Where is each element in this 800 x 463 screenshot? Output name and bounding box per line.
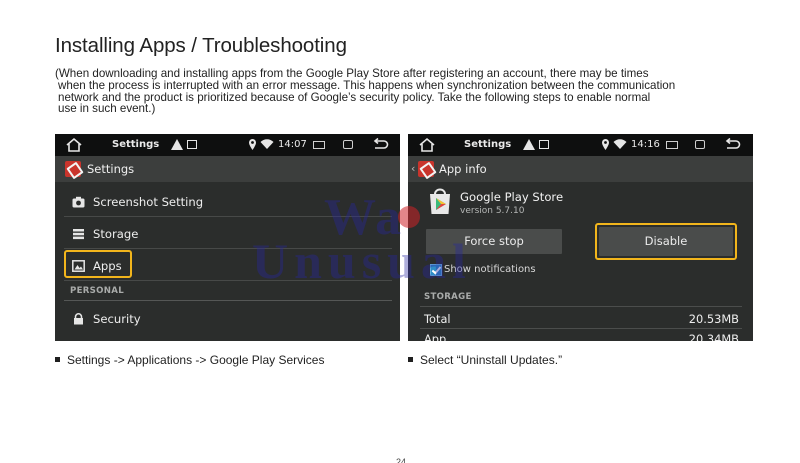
settings-item-security[interactable]: Security (64, 304, 392, 334)
force-stop-label: Force stop (464, 234, 524, 248)
warning-icon (523, 139, 535, 150)
back-icon[interactable] (371, 137, 389, 153)
screen-icon (343, 140, 353, 149)
settings-item-storage[interactable]: Storage (64, 219, 392, 249)
warning-icon (171, 139, 183, 150)
show-notifications-label: Show notifications (444, 264, 536, 275)
intro-line-4: use in such event.) (58, 102, 156, 116)
settings-app-icon (65, 161, 81, 177)
caption-left: Settings -> Applications -> Google Play … (55, 353, 324, 367)
app-bar-title: Settings (87, 162, 135, 176)
storage-section-header: STORAGE (424, 292, 472, 302)
settings-screenshot: Settings 14:07 Settings Screenshot Setti… (55, 134, 400, 341)
intro-paragraph: (When downloading and installing apps fr… (55, 68, 745, 115)
page-title: Installing Apps / Troubleshooting (55, 34, 347, 57)
settings-item-screenshot[interactable]: Screenshot Setting (64, 187, 392, 217)
battery-icon (666, 141, 678, 149)
app-info-screenshot: Settings 14:16 ‹ App info Google Play St… (408, 134, 753, 341)
disable-highlight (595, 223, 737, 260)
force-stop-button[interactable]: Force stop (426, 229, 562, 254)
caption-right-text: Select “Uninstall Updates.” (420, 353, 563, 367)
battery-icon (313, 141, 325, 149)
status-bar: Settings 14:16 (408, 134, 753, 156)
screen-icon (695, 140, 705, 149)
settings-item-label: Screenshot Setting (93, 195, 204, 209)
intro-line-3: network and the product is prioritized b… (58, 90, 651, 104)
bullet-icon (408, 357, 413, 363)
caption-right: Select “Uninstall Updates.” (408, 353, 562, 367)
location-icon (249, 139, 256, 150)
total-value: 20.53MB (688, 312, 739, 326)
settings-item-label: Security (93, 312, 141, 326)
settings-app-icon (418, 161, 434, 177)
image-notification-icon (187, 140, 197, 149)
home-icon[interactable] (65, 137, 83, 153)
app-bar-title: App info (439, 162, 487, 176)
status-time: 14:07 (278, 139, 307, 150)
status-time: 14:16 (631, 139, 660, 150)
apps-highlight (64, 250, 132, 278)
app-size-label: App (424, 332, 447, 341)
show-notifications-checkbox[interactable] (430, 264, 442, 276)
divider (420, 328, 742, 329)
image-notification-icon (539, 140, 549, 149)
storage-icon (73, 229, 84, 240)
intro-line-2: when the process is interrupted with an … (58, 78, 676, 92)
section-header-personal: PERSONAL (70, 286, 125, 296)
location-icon (602, 139, 609, 150)
camera-icon (72, 196, 85, 208)
app-size-value: 20.34MB (688, 332, 739, 341)
bullet-icon (55, 357, 60, 363)
google-play-store-icon (430, 188, 450, 214)
status-title: Settings (112, 139, 160, 150)
wifi-icon (613, 139, 627, 149)
status-bar: Settings 14:07 (55, 134, 400, 156)
settings-item-label: Storage (93, 227, 139, 241)
back-icon[interactable] (723, 137, 741, 153)
lock-icon (74, 313, 83, 325)
app-bar: Settings (55, 156, 400, 182)
page-number: 24 (396, 457, 407, 463)
status-title: Settings (464, 139, 512, 150)
total-label: Total (424, 312, 451, 326)
divider (64, 300, 392, 301)
wifi-icon (260, 139, 274, 149)
chevron-left-icon[interactable]: ‹ (411, 162, 415, 175)
caption-left-text: Settings -> Applications -> Google Play … (67, 353, 325, 367)
home-icon[interactable] (418, 137, 436, 153)
app-bar: ‹ App info (408, 156, 753, 182)
app-version: version 5.7.10 (460, 206, 525, 216)
app-name: Google Play Store (460, 190, 564, 204)
divider (420, 306, 742, 307)
